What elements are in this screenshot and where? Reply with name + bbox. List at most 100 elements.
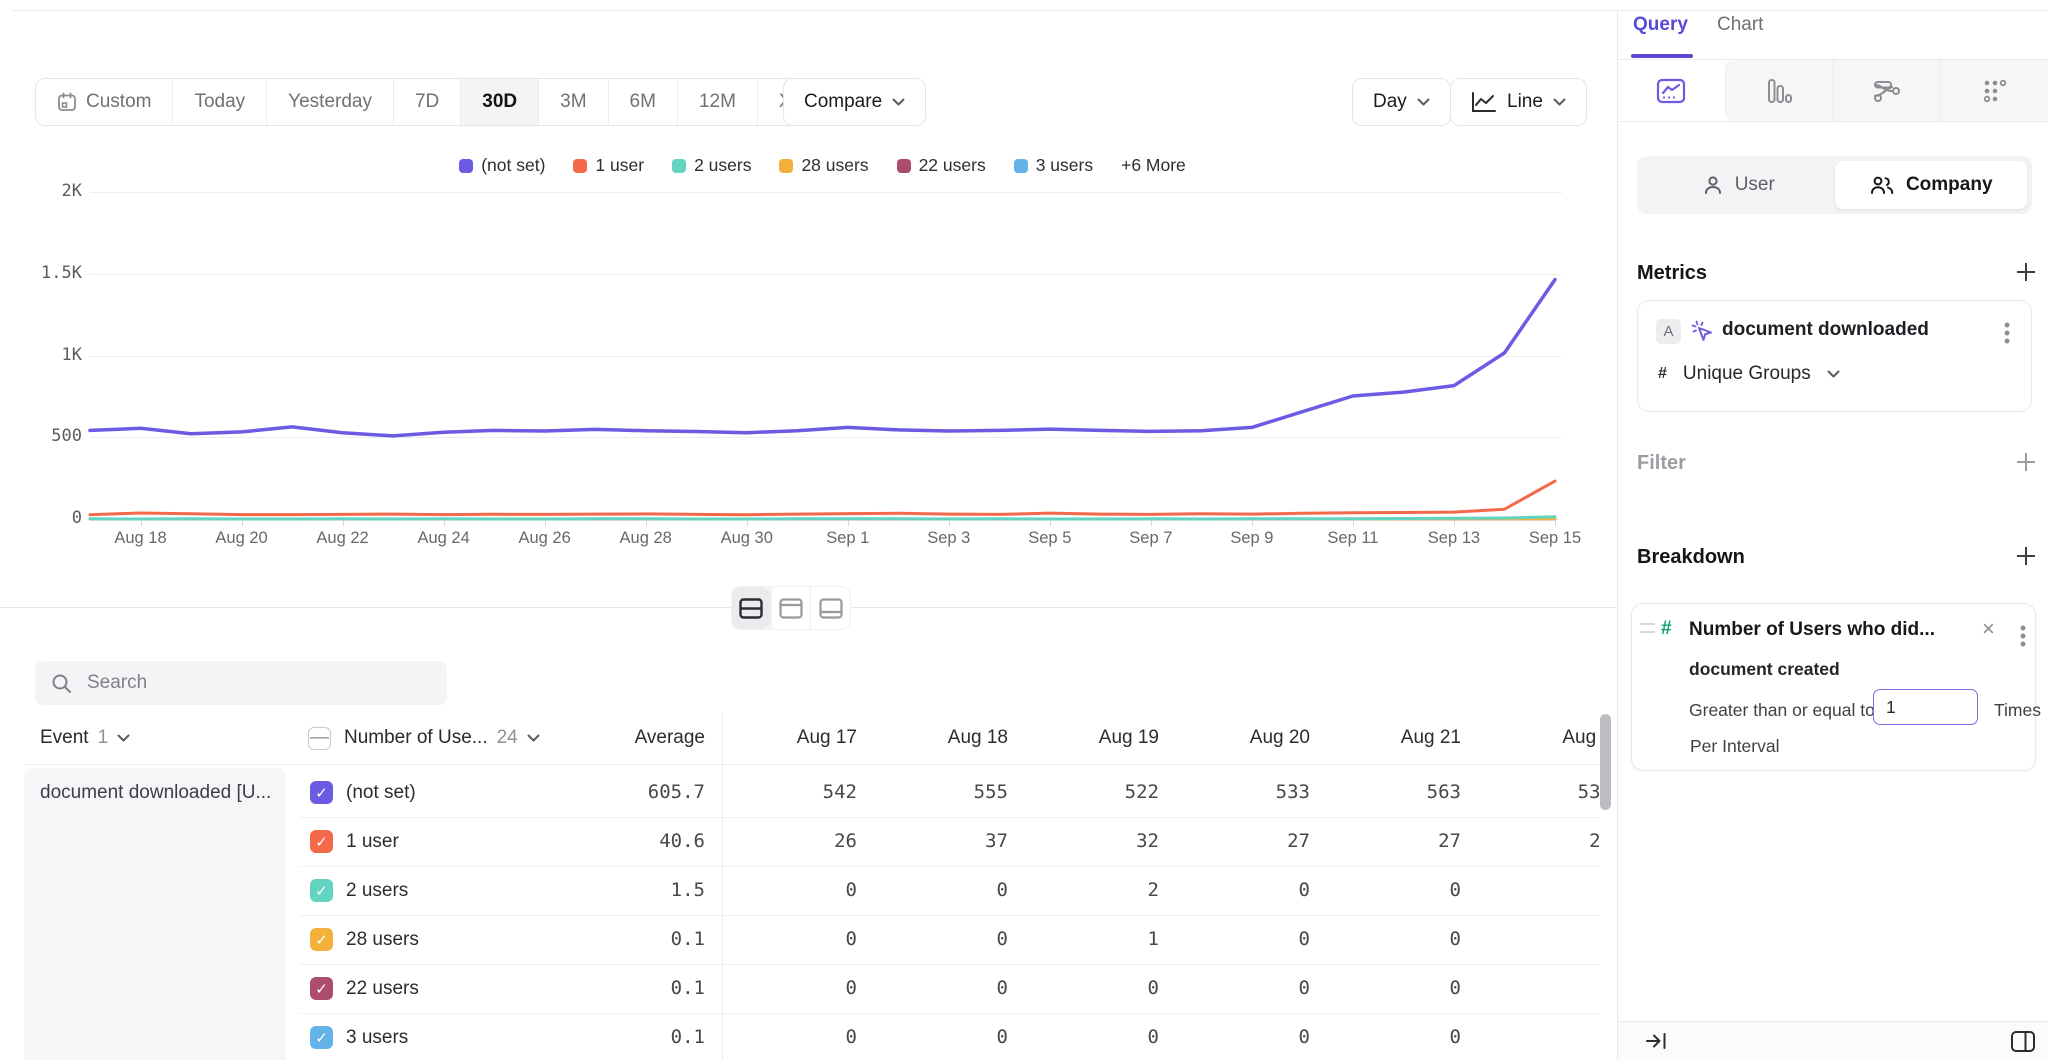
legend-item[interactable]: 28 users: [779, 155, 868, 176]
x-axis-label: Sep 5: [1028, 529, 1071, 548]
row-checkbox[interactable]: ✓: [310, 928, 333, 951]
range-yesterday[interactable]: Yesterday: [267, 79, 394, 125]
row-value: 27: [1175, 817, 1310, 866]
tab-chart[interactable]: Chart: [1717, 14, 1763, 36]
range-label: Today: [194, 91, 245, 113]
range-12m[interactable]: 12M: [678, 79, 758, 125]
chart-series-svg: [90, 192, 1555, 519]
row-average: 0.1: [555, 964, 705, 1013]
x-axis-label: Sep 1: [826, 529, 869, 548]
legend-item[interactable]: 2 users: [672, 155, 751, 176]
legend-swatch: [573, 159, 587, 173]
legend-more-button[interactable]: +6 More: [1121, 155, 1186, 176]
layout-split-button[interactable]: [732, 587, 771, 629]
range-30d[interactable]: 30D: [461, 79, 539, 125]
entity-user-label: User: [1735, 174, 1775, 196]
chevron-down-icon: [1417, 98, 1430, 106]
metric-aggregation[interactable]: # Unique Groups: [1658, 363, 1840, 385]
x-axis-label: Aug 24: [417, 529, 469, 548]
layout-table-only-button[interactable]: [810, 587, 850, 629]
row-checkbox[interactable]: ✓: [310, 781, 333, 804]
legend-item[interactable]: 3 users: [1014, 155, 1093, 176]
series-line: [90, 481, 1555, 515]
close-icon[interactable]: ×: [1982, 616, 1995, 642]
chart-type-flow-button[interactable]: [1833, 60, 1941, 121]
row-value: 0: [723, 1013, 857, 1060]
x-axis-label: Sep 3: [927, 529, 970, 548]
row-label[interactable]: 1 user: [346, 817, 399, 866]
date-range-group: CustomTodayYesterday7D30D3M6M12MXTD: [35, 78, 861, 126]
breakdown-condition[interactable]: Greater than or equal to: [1689, 700, 1875, 721]
event-name-cell[interactable]: document downloaded [U...: [24, 768, 286, 1060]
collapse-panel-icon[interactable]: [1645, 1030, 1669, 1052]
row-value: 0: [1326, 915, 1461, 964]
interval-dropdown[interactable]: Day: [1352, 78, 1451, 126]
range-3m[interactable]: 3M: [539, 79, 608, 125]
row-value: 0: [1477, 915, 1600, 964]
calendar-icon: [57, 92, 77, 112]
top-hairline: [12, 10, 2048, 11]
breakdown-value-input[interactable]: [1873, 689, 1978, 725]
legend-label: 3 users: [1036, 155, 1093, 176]
breakdown-kebab-menu[interactable]: •••: [2012, 624, 2034, 648]
search-input[interactable]: [85, 671, 431, 695]
compare-button[interactable]: Compare: [783, 78, 926, 126]
row-label[interactable]: 2 users: [346, 866, 408, 915]
add-breakdown-button[interactable]: [2012, 542, 2040, 570]
range-7d[interactable]: 7D: [394, 79, 461, 125]
legend-item[interactable]: 22 users: [897, 155, 986, 176]
legend-label: 28 users: [801, 155, 868, 176]
select-all-checkbox[interactable]: —: [308, 727, 331, 750]
metric-event-name[interactable]: document downloaded: [1722, 319, 1929, 341]
row-label[interactable]: 22 users: [346, 964, 419, 1013]
range-custom[interactable]: Custom: [36, 79, 173, 125]
chevron-down-icon: [1827, 370, 1840, 378]
side-panel-icon[interactable]: [2010, 1030, 2036, 1053]
table-date-columns: Aug 17Aug 18Aug 19Aug 20Aug 21Aug 254255…: [723, 712, 1600, 1060]
chart-type-bar-button[interactable]: [1725, 60, 1833, 121]
layout-chart-only-button[interactable]: [771, 587, 811, 629]
drag-handle-icon[interactable]: ——: [1640, 620, 1655, 636]
layout-toggle-group: [731, 586, 851, 630]
range-today[interactable]: Today: [173, 79, 267, 125]
row-checkbox[interactable]: ✓: [310, 1026, 333, 1049]
split-view-icon: [739, 598, 763, 619]
add-filter-button[interactable]: [2012, 448, 2040, 476]
event-header-label: Event: [40, 727, 89, 749]
event-count: 1: [98, 727, 109, 749]
chart-type-dropdown[interactable]: Line: [1450, 78, 1587, 126]
range-6m[interactable]: 6M: [609, 79, 678, 125]
x-axis-label: Aug 30: [721, 529, 773, 548]
metric-kebab-menu[interactable]: •••: [1996, 321, 2018, 345]
chart-type-line-button[interactable]: [1618, 60, 1725, 121]
row-label[interactable]: 28 users: [346, 915, 419, 964]
table-scrollbar-thumb[interactable]: [1600, 714, 1611, 810]
row-checkbox[interactable]: ✓: [310, 830, 333, 853]
row-checkbox[interactable]: ✓: [310, 879, 333, 902]
row-label[interactable]: 3 users: [346, 1013, 408, 1060]
row-checkbox[interactable]: ✓: [310, 977, 333, 1000]
entity-option-user[interactable]: User: [1642, 161, 1835, 209]
chart-type-stickiness-button[interactable]: [1940, 60, 2048, 121]
x-axis-label: Aug 18: [114, 529, 166, 548]
date-column-header: Aug 20: [1175, 712, 1310, 764]
chevron-down-icon[interactable]: [527, 734, 540, 742]
breakdown-event[interactable]: document created: [1689, 659, 1840, 680]
legend-label: 2 users: [694, 155, 751, 176]
series-line: [90, 280, 1555, 436]
breakdown-unit: Times: [1994, 700, 2041, 721]
tab-query[interactable]: Query: [1633, 14, 1688, 36]
metric-card[interactable]: A document downloaded ••• # Unique Group…: [1637, 300, 2032, 412]
event-column-header[interactable]: Event 1: [40, 712, 130, 764]
row-value: 563: [1326, 768, 1461, 817]
metrics-heading: Metrics: [1637, 262, 1707, 285]
row-label[interactable]: (not set): [346, 768, 416, 817]
breakdown-title[interactable]: Number of Users who did...: [1689, 619, 1935, 641]
legend-item[interactable]: (not set): [459, 155, 545, 176]
legend-item[interactable]: 1 user: [573, 155, 644, 176]
breakdown-per-interval[interactable]: Per Interval: [1690, 736, 1779, 757]
add-metric-button[interactable]: [2012, 258, 2040, 286]
range-label: 7D: [415, 91, 439, 113]
entity-option-company[interactable]: Company: [1835, 161, 2028, 209]
range-label: Custom: [86, 91, 151, 113]
